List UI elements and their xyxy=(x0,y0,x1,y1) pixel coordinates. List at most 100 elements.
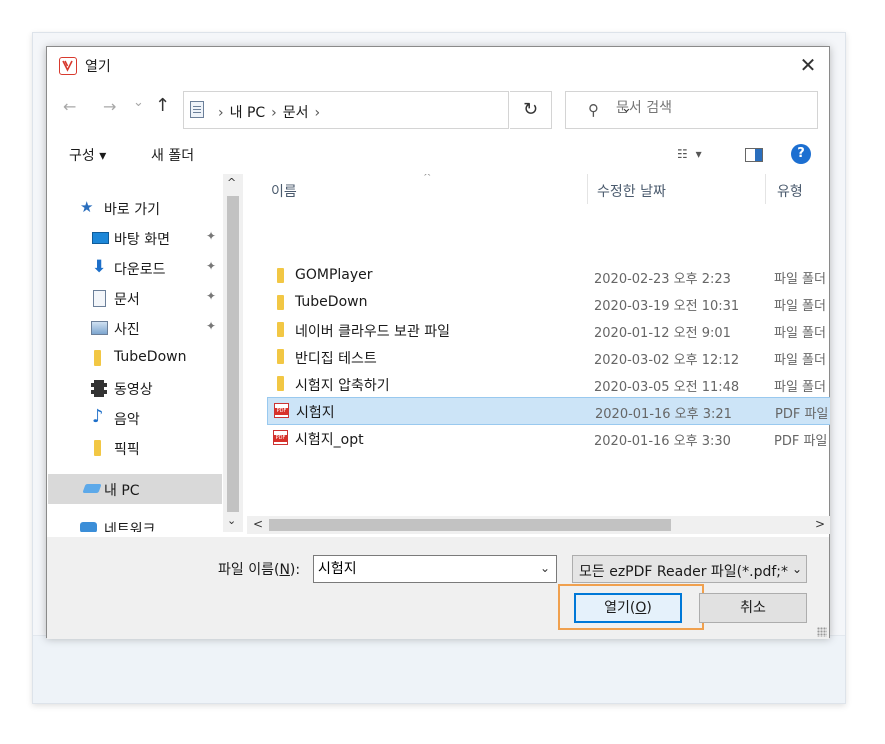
sidebar-item-downloads[interactable]: ⬇ 다운로드 ✦ xyxy=(48,254,222,282)
ezpdf-app-icon xyxy=(59,57,77,75)
sidebar-item-music[interactable]: ♪ 음악 xyxy=(48,404,222,432)
scrollbar-thumb[interactable] xyxy=(227,196,239,512)
recent-locations-chevron-icon[interactable]: ⌄ xyxy=(133,95,144,110)
breadcrumb-separator[interactable]: › xyxy=(315,105,321,121)
sidebar-item-label: 문서 xyxy=(114,292,140,308)
table-row[interactable]: 네이버 클라우드 보관 파일 2020-01-12 오전 9:01 파일 폴더 xyxy=(267,317,830,343)
column-divider[interactable] xyxy=(587,174,588,204)
file-type: PDF 파일 xyxy=(775,407,829,422)
file-date: 2020-03-05 오전 11:48 xyxy=(594,380,740,395)
search-icon: ⚲ xyxy=(588,101,599,119)
file-list-horizontal-scrollbar[interactable]: < > xyxy=(247,516,830,534)
chevron-down-icon[interactable]: ⌄ xyxy=(540,561,550,575)
new-folder-button[interactable]: 새 폴더 xyxy=(151,145,194,165)
file-date: 2020-01-16 오후 3:30 xyxy=(594,434,731,449)
address-bar[interactable]: › 내 PC › 문서 › ⌄ xyxy=(183,91,632,129)
backdrop-strip xyxy=(33,635,845,703)
sidebar-item-label: 내 PC xyxy=(104,483,140,499)
preview-pane-icon[interactable] xyxy=(745,148,763,162)
back-arrow-icon[interactable]: ← xyxy=(63,97,76,116)
table-row[interactable]: 시험지 2020-01-16 오후 3:21 PDF 파일 xyxy=(267,397,830,425)
pin-icon: ✦ xyxy=(206,259,217,273)
filename-input[interactable] xyxy=(318,560,528,576)
sidebar-item-label: 음악 xyxy=(114,412,140,428)
breadcrumb-separator[interactable]: › xyxy=(218,105,224,121)
refresh-button[interactable]: ↻ xyxy=(510,91,552,129)
table-row[interactable]: 시험지_opt 2020-01-16 오후 3:30 PDF 파일 xyxy=(267,425,830,451)
filename-label-suffix: ): xyxy=(289,562,301,578)
command-toolbar: 구성 ▾ 새 폴더 ☷ ▾ ? xyxy=(47,135,829,173)
download-icon: ⬇ xyxy=(92,257,107,277)
column-divider[interactable] xyxy=(765,174,766,204)
folder-icon xyxy=(277,295,284,310)
change-view-icon[interactable]: ☷ ▾ xyxy=(677,147,704,161)
file-name: 시험지_opt xyxy=(295,432,364,448)
sidebar-item-network[interactable]: 네트워크 xyxy=(48,514,222,532)
table-row[interactable]: GOMPlayer 2020-02-23 오후 2:23 파일 폴더 xyxy=(267,263,830,289)
scroll-down-icon[interactable]: ⌄ xyxy=(227,514,236,527)
help-icon[interactable]: ? xyxy=(791,144,811,164)
sidebar-item-label: 네트워크 xyxy=(104,522,156,532)
computer-icon xyxy=(82,484,102,493)
file-type: 파일 폴더 xyxy=(774,353,826,368)
navigation-pane: ★ 바로 가기 바탕 화면 ✦ ⬇ 다운로드 ✦ 문서 ✦ 사진 ✦ TubeD… xyxy=(48,174,244,532)
sidebar-item-label: 픽픽 xyxy=(114,442,140,458)
sidebar-item-videos[interactable]: 동영상 xyxy=(48,374,222,402)
document-icon xyxy=(93,290,106,307)
file-name: 네이버 클라우드 보관 파일 xyxy=(295,324,451,340)
file-name: TubeDown xyxy=(295,294,368,310)
sidebar-item-my-pc[interactable]: 내 PC xyxy=(48,474,222,504)
breadcrumb-documents[interactable]: 문서 xyxy=(283,105,309,121)
sidebar-item-documents[interactable]: 문서 ✦ xyxy=(48,284,222,312)
search-input[interactable] xyxy=(616,100,806,116)
sidebar-item-desktop[interactable]: 바탕 화면 ✦ xyxy=(48,224,222,252)
close-button[interactable]: ✕ xyxy=(795,53,821,79)
open-button-label: 열기( xyxy=(604,600,636,616)
open-button[interactable]: 열기(O) xyxy=(574,593,682,623)
file-type-filter-select[interactable]: 모든 ezPDF Reader 파일(*.pdf;* ⌄ xyxy=(572,555,807,583)
sidebar-item-label: TubeDown xyxy=(114,349,187,365)
sidebar-item-tubedown[interactable]: TubeDown xyxy=(48,344,222,372)
table-row[interactable]: 시험지 압축하기 2020-03-05 오전 11:48 파일 폴더 xyxy=(267,371,830,397)
folder-icon xyxy=(277,349,284,364)
column-header-date[interactable]: 수정한 날짜 xyxy=(597,181,666,201)
scrollbar-thumb[interactable] xyxy=(269,519,671,531)
sidebar-item-label: 바탕 화면 xyxy=(114,232,170,248)
column-header-type[interactable]: 유형 xyxy=(777,181,803,201)
sidebar-item-pictures[interactable]: 사진 ✦ xyxy=(48,314,222,342)
sidebar-item-pickpick[interactable]: 픽픽 xyxy=(48,434,222,462)
folder-icon xyxy=(277,322,284,337)
table-row[interactable]: 반디집 테스트 2020-03-02 오후 12:12 파일 폴더 xyxy=(267,344,830,370)
dialog-footer: 파일 이름(N): ⌄ 모든 ezPDF Reader 파일(*.pdf;* ⌄… xyxy=(47,537,829,639)
filename-combobox[interactable]: ⌄ xyxy=(313,555,557,583)
video-icon xyxy=(91,380,107,397)
file-type-filter-value: 모든 ezPDF Reader 파일(*.pdf;* xyxy=(579,564,788,580)
file-date: 2020-02-23 오후 2:23 xyxy=(594,272,731,287)
cancel-button[interactable]: 취소 xyxy=(699,593,807,623)
scroll-left-icon[interactable]: < xyxy=(253,517,263,531)
pictures-icon xyxy=(91,321,108,335)
breadcrumb-my-pc[interactable]: 내 PC xyxy=(230,105,266,121)
filename-label: 파일 이름(N): xyxy=(218,559,300,579)
resize-grip[interactable] xyxy=(817,627,827,637)
navigation-pane-scrollbar[interactable]: ^ ⌄ xyxy=(223,174,243,532)
organize-menu-button[interactable]: 구성 ▾ xyxy=(69,145,106,165)
file-name: 시험지 압축하기 xyxy=(295,378,390,394)
chevron-down-icon[interactable]: ⌄ xyxy=(788,556,806,582)
sidebar-item-label: 바로 가기 xyxy=(104,202,160,218)
file-type: 파일 폴더 xyxy=(774,326,826,341)
open-button-label-suffix: ) xyxy=(646,600,652,616)
forward-arrow-icon[interactable]: → xyxy=(103,97,116,116)
scroll-up-icon[interactable]: ^ xyxy=(227,176,236,189)
dialog-title: 열기 xyxy=(85,59,111,75)
sidebar-item-quick-access[interactable]: ★ 바로 가기 xyxy=(48,194,222,222)
column-header-name[interactable]: 이름 xyxy=(271,181,297,201)
search-box[interactable]: ⚲ xyxy=(565,91,818,129)
file-date: 2020-03-02 오후 12:12 xyxy=(594,353,740,368)
up-arrow-icon[interactable]: ↑ xyxy=(155,95,170,116)
music-icon: ♪ xyxy=(92,406,104,427)
file-type: 파일 폴더 xyxy=(774,272,826,287)
breadcrumb-separator[interactable]: › xyxy=(271,105,277,121)
table-row[interactable]: TubeDown 2020-03-19 오전 10:31 파일 폴더 xyxy=(267,290,830,316)
scroll-right-icon[interactable]: > xyxy=(815,517,825,531)
